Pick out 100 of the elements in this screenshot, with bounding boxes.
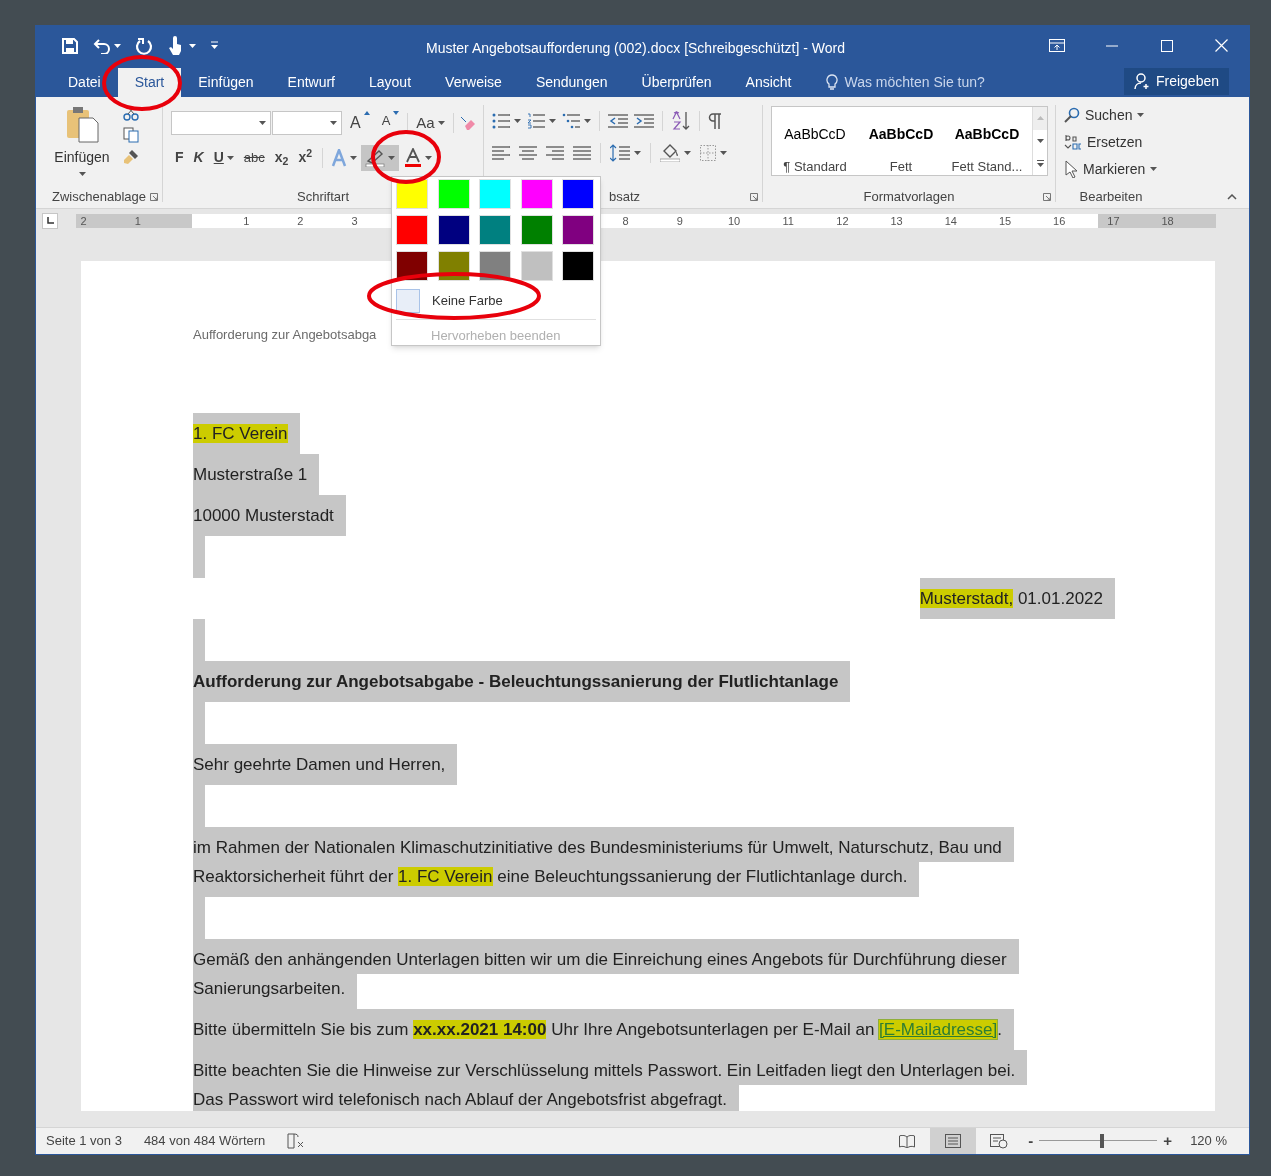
ruler-number: 9: [676, 213, 683, 228]
editing-button[interactable]: Ersetzen: [1064, 131, 1166, 153]
bullet-list-icon: [492, 112, 510, 129]
word-count[interactable]: 484 von 484 Wörtern: [143, 1131, 266, 1151]
empty-paragraph-mark: [193, 618, 205, 661]
ribbon-tab[interactable]: Start: [117, 67, 182, 97]
color-swatch[interactable]: [437, 179, 470, 209]
shrink-font-button[interactable]: A: [377, 110, 404, 135]
magnifier-icon: [1064, 107, 1080, 124]
paintbrush-icon[interactable]: [123, 148, 139, 165]
sort-icon[interactable]: [671, 110, 691, 131]
cursor-arrow-icon: [1064, 160, 1078, 179]
color-swatch[interactable]: [562, 215, 595, 245]
tell-me-field[interactable]: Was möchten Sie tun?: [844, 71, 1015, 93]
color-swatch[interactable]: [562, 251, 595, 281]
ruler-number: 14: [944, 213, 957, 228]
line-spacing-icon: [610, 143, 630, 162]
color-swatch[interactable]: [520, 251, 553, 281]
paste-button[interactable]: Einfügen: [51, 104, 113, 186]
collapse-ribbon-icon[interactable]: [1227, 193, 1237, 200]
ruler-number: 2: [80, 213, 87, 228]
ribbon-tab[interactable]: Überprüfen: [624, 67, 729, 97]
font-color-icon[interactable]: [405, 148, 422, 168]
color-swatch[interactable]: [479, 179, 512, 209]
grow-font-button[interactable]: A: [346, 110, 374, 135]
increase-indent-icon[interactable]: [634, 113, 654, 128]
change-case-button[interactable]: Aa: [412, 110, 449, 135]
style-item[interactable]: AaBbCcD ¶ Standard: [772, 106, 858, 175]
ruler-number: 1: [243, 213, 250, 228]
up-arrow-icon: [363, 110, 370, 115]
caret-icon: [549, 118, 556, 123]
multilevel-list-icon: [562, 112, 580, 129]
caret-icon: [437, 120, 445, 125]
copy-icon[interactable]: [123, 126, 139, 143]
lightbulb-icon: [826, 73, 839, 91]
color-swatch[interactable]: [562, 179, 595, 209]
caret-icon: [720, 150, 727, 155]
color-swatch[interactable]: [520, 179, 553, 209]
tab-selector[interactable]: [42, 212, 58, 229]
ribbon-tab[interactable]: Ansicht: [728, 67, 809, 97]
ribbon-tab[interactable]: Einfügen: [181, 67, 271, 97]
ribbon-tab[interactable]: Layout: [352, 67, 429, 97]
editing-button[interactable]: Markieren: [1064, 158, 1166, 180]
editing-button[interactable]: Suchen: [1064, 104, 1166, 126]
dialog-launcher-icon[interactable]: [1043, 192, 1051, 201]
pilcrow-icon[interactable]: [708, 111, 722, 130]
caret-icon: [114, 43, 121, 48]
down-caret-icon: [1036, 139, 1044, 144]
page-count[interactable]: Seite 1 von 3: [46, 1131, 122, 1151]
ribbon-tab[interactable]: Sendungen: [518, 67, 625, 97]
superscript-button[interactable]: x$^{2}$: [294, 145, 317, 170]
caret-icon: [584, 118, 591, 123]
zoom-level[interactable]: 120 %: [1190, 1131, 1227, 1151]
save-icon[interactable]: [61, 36, 79, 55]
italic-button[interactable]: K: [189, 145, 208, 170]
font-name-field[interactable]: [171, 110, 271, 135]
annotation-ellipse: [371, 130, 441, 184]
decrease-indent-icon[interactable]: [608, 113, 628, 128]
zoom-slider[interactable]: [1039, 1134, 1158, 1148]
caret-icon: [1137, 113, 1145, 118]
align-left-icon: [492, 145, 510, 160]
ribbon-tab[interactable]: Entwurf: [270, 67, 352, 97]
paint-bucket-icon: [660, 143, 680, 162]
strikethrough-button[interactable]: abc: [239, 145, 269, 170]
subscript-button[interactable]: x$_{2}$: [270, 145, 293, 170]
color-swatch[interactable]: [520, 215, 553, 245]
style-item[interactable]: AaBbCcD Fett: [858, 106, 944, 175]
ribbon-tab[interactable]: Verweise: [428, 67, 519, 97]
down-arrow-icon: [393, 110, 400, 115]
undo-icon[interactable]: [93, 37, 111, 54]
empty-swatch-icon: [396, 289, 420, 313]
zoom-slider-thumb[interactable]: [1099, 1134, 1104, 1148]
ruler-number: 8: [622, 213, 629, 228]
zoom-out-button[interactable]: -: [1028, 1129, 1034, 1153]
touch-hand-icon[interactable]: [167, 35, 183, 56]
ruler-number: 16: [1053, 213, 1066, 228]
bold-button[interactable]: F: [171, 145, 188, 170]
group-label: Formatvorlagen: [863, 187, 955, 206]
zoom-in-button[interactable]: +: [1163, 1129, 1173, 1153]
customize-toolbar-icon[interactable]: [210, 41, 219, 51]
dialog-launcher-icon[interactable]: [150, 192, 158, 201]
repeat-icon[interactable]: [135, 36, 153, 55]
style-item[interactable]: AaBbCcD Fett Stand...: [944, 106, 1030, 175]
font-size-field[interactable]: [272, 110, 342, 135]
color-swatch[interactable]: [437, 215, 470, 245]
more-icon: [1036, 160, 1044, 168]
caret-icon: [350, 155, 358, 160]
underline-button[interactable]: U: [209, 145, 238, 170]
tab-stop-icon: [46, 217, 54, 225]
share-button[interactable]: Freigeben: [1123, 67, 1229, 95]
color-swatch[interactable]: [479, 215, 512, 245]
replace-icon: [1064, 133, 1082, 152]
no-color-option[interactable]: Keine Farbe: [396, 289, 503, 313]
highlighter-pen-icon: [365, 148, 386, 167]
color-swatch[interactable]: [396, 215, 428, 245]
proofing-icon[interactable]: [287, 1133, 306, 1149]
dialog-launcher-icon[interactable]: [750, 192, 758, 201]
ribbon-tab[interactable]: Datei: [51, 67, 118, 97]
view-button[interactable]: [930, 1128, 977, 1154]
ruler-number: 10: [727, 213, 741, 228]
